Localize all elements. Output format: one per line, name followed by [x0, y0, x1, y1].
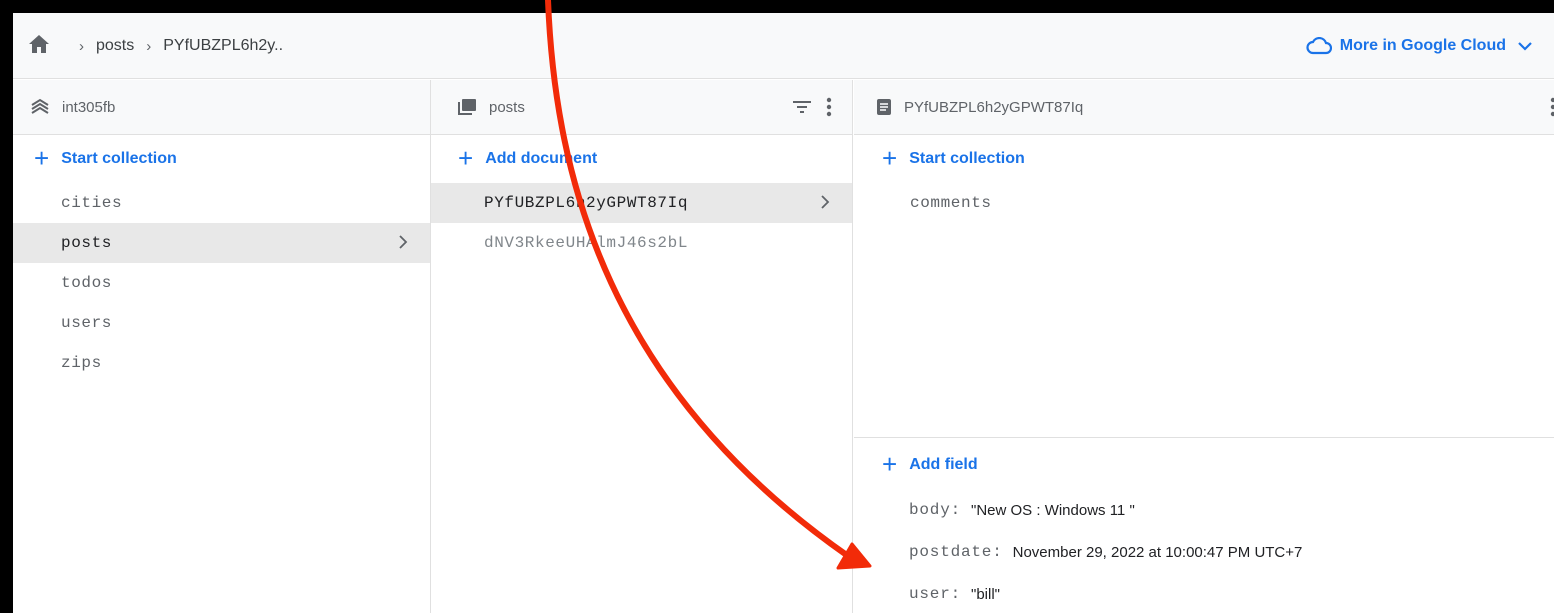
add-document-button[interactable]: + Add document — [431, 135, 852, 183]
add-field-label: Add field — [909, 456, 978, 473]
root-panel-title: int305fb — [62, 98, 116, 116]
plus-icon: + — [458, 143, 474, 173]
filter-icon[interactable] — [792, 100, 812, 114]
collection-item-label: zips — [61, 354, 102, 372]
root-panel-header: int305fb — [13, 80, 430, 135]
field-key: postdate: — [909, 543, 1003, 561]
document-icon — [876, 98, 892, 116]
start-collection-label: Start collection — [909, 150, 1025, 167]
breadcrumb-bar: › posts › PYfUBZPL6h2y.. More in Google … — [13, 13, 1554, 79]
field-key: body: — [909, 501, 962, 519]
collection-item-posts[interactable]: posts — [13, 223, 430, 263]
collection-item-todos[interactable]: todos — [13, 263, 430, 303]
add-document-label: Add document — [485, 150, 598, 167]
more-in-google-cloud-label: More in Google Cloud — [1339, 37, 1506, 54]
start-collection-label: Start collection — [61, 150, 177, 167]
document-panel-header: PYfUBZPL6h2yGPWT87Iq — [854, 80, 1554, 135]
more-vert-icon[interactable] — [826, 97, 832, 117]
start-collection-button[interactable]: + Start collection — [13, 135, 430, 183]
field-key: user: — [909, 585, 962, 603]
field-row-postdate[interactable]: postdate: November 29, 2022 at 10:00:47 … — [854, 531, 1554, 573]
chevron-right-icon — [399, 235, 408, 249]
collection-icon — [457, 98, 477, 116]
more-in-google-cloud-button[interactable]: More in Google Cloud — [1306, 13, 1540, 79]
root-panel: int305fb + Start collection cities posts… — [13, 80, 431, 613]
collection-item-label: cities — [61, 194, 123, 212]
document-item-label: dNV3RkeeUHAlmJ46s2bL — [484, 234, 689, 252]
cloud-icon — [1306, 37, 1332, 55]
collection-panel-header: posts — [431, 80, 852, 135]
collection-panel-title: posts — [489, 98, 525, 116]
collection-item-label: posts — [61, 234, 113, 252]
chevron-right-icon: › — [146, 37, 152, 55]
plus-icon: + — [34, 143, 50, 173]
document-panel-title: PYfUBZPL6h2yGPWT87Iq — [904, 98, 1084, 116]
collection-item-users[interactable]: users — [13, 303, 430, 343]
document-item[interactable]: dNV3RkeeUHAlmJ46s2bL — [431, 223, 852, 263]
breadcrumb-item-posts[interactable]: posts — [96, 37, 134, 55]
chevron-right-icon — [821, 195, 830, 209]
document-panel-actions — [1550, 97, 1554, 117]
document-item-selected[interactable]: PYfUBZPL6h2yGPWT87Iq — [431, 183, 852, 223]
breadcrumb-item-document[interactable]: PYfUBZPL6h2y.. — [163, 37, 283, 55]
plus-icon: + — [882, 449, 898, 479]
field-value: "bill" — [971, 585, 1001, 603]
collection-item-label: todos — [61, 274, 113, 292]
collection-panel: posts + Add document PYfUBZPL6h2yGPWT87I… — [431, 80, 853, 613]
collection-item-label: users — [61, 314, 113, 332]
collection-item-cities[interactable]: cities — [13, 183, 430, 223]
field-value: "New OS : Windows 11 " — [971, 501, 1135, 519]
field-row-body[interactable]: body: "New OS : Windows 11 " — [854, 489, 1554, 531]
field-value: November 29, 2022 at 10:00:47 PM UTC+7 — [1012, 543, 1303, 561]
document-fields: + Add field body: "New OS : Windows 11 "… — [854, 437, 1554, 613]
field-row-user[interactable]: user: "bill" — [854, 573, 1554, 613]
more-vert-icon[interactable] — [1550, 97, 1554, 117]
subcollection-item-comments[interactable]: comments — [854, 183, 1554, 223]
chevron-down-icon — [1518, 42, 1532, 51]
document-item-label: PYfUBZPL6h2yGPWT87Iq — [484, 194, 689, 212]
subcollection-item-label: comments — [910, 194, 992, 212]
add-field-button[interactable]: + Add field — [854, 441, 1554, 489]
firestore-data-viewer: › posts › PYfUBZPL6h2y.. More in Google … — [13, 13, 1554, 613]
breadcrumb: › posts › PYfUBZPL6h2y.. — [67, 13, 283, 79]
start-subcollection-button[interactable]: + Start collection — [854, 135, 1554, 183]
collection-panel-actions — [792, 97, 832, 117]
plus-icon: + — [882, 143, 898, 173]
database-icon — [30, 98, 50, 116]
collection-item-zips[interactable]: zips — [13, 343, 430, 383]
home-icon[interactable] — [28, 34, 50, 54]
chevron-right-icon: › — [79, 37, 84, 55]
